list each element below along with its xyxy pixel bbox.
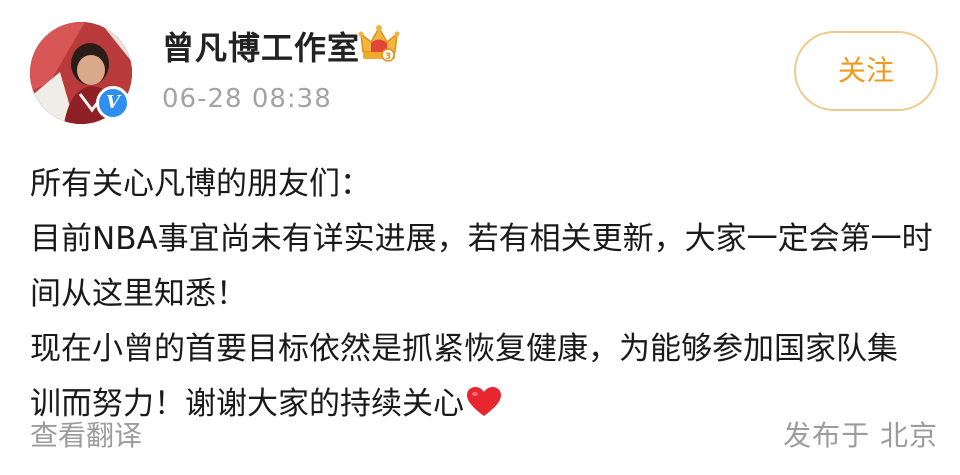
post-timestamp[interactable]: 06-28 08:38: [162, 82, 332, 116]
crown-vip-icon[interactable]: 3: [357, 22, 401, 66]
post-location: 发布于 北京: [783, 419, 938, 452]
weibo-post: V 曾凡博工作室 3 06-28 08:38 关注 所有关心凡博的朋友们： 目前…: [0, 0, 960, 475]
post-text-line: 间从这里知悉！: [30, 276, 247, 312]
view-translation-link[interactable]: 查看翻译: [30, 416, 142, 456]
svg-text:3: 3: [385, 52, 391, 62]
post-text-line: 目前NBA事宜尚未有详实进展，若有相关更新，大家一定会第一时: [30, 221, 933, 257]
post-text-line: 所有关心凡博的朋友们：: [30, 166, 371, 202]
red-heart-icon: [467, 387, 501, 416]
follow-button[interactable]: 关注: [794, 31, 938, 111]
verified-badge-icon: V: [96, 86, 130, 120]
post-text-line: 现在小曾的首要目标依然是抓紧恢复健康，为能够参加国家队集: [30, 331, 898, 367]
post-content: 所有关心凡博的朋友们： 目前NBA事宜尚未有详实进展，若有相关更新，大家一定会第…: [30, 157, 940, 432]
username[interactable]: 曾凡博工作室: [162, 28, 360, 68]
